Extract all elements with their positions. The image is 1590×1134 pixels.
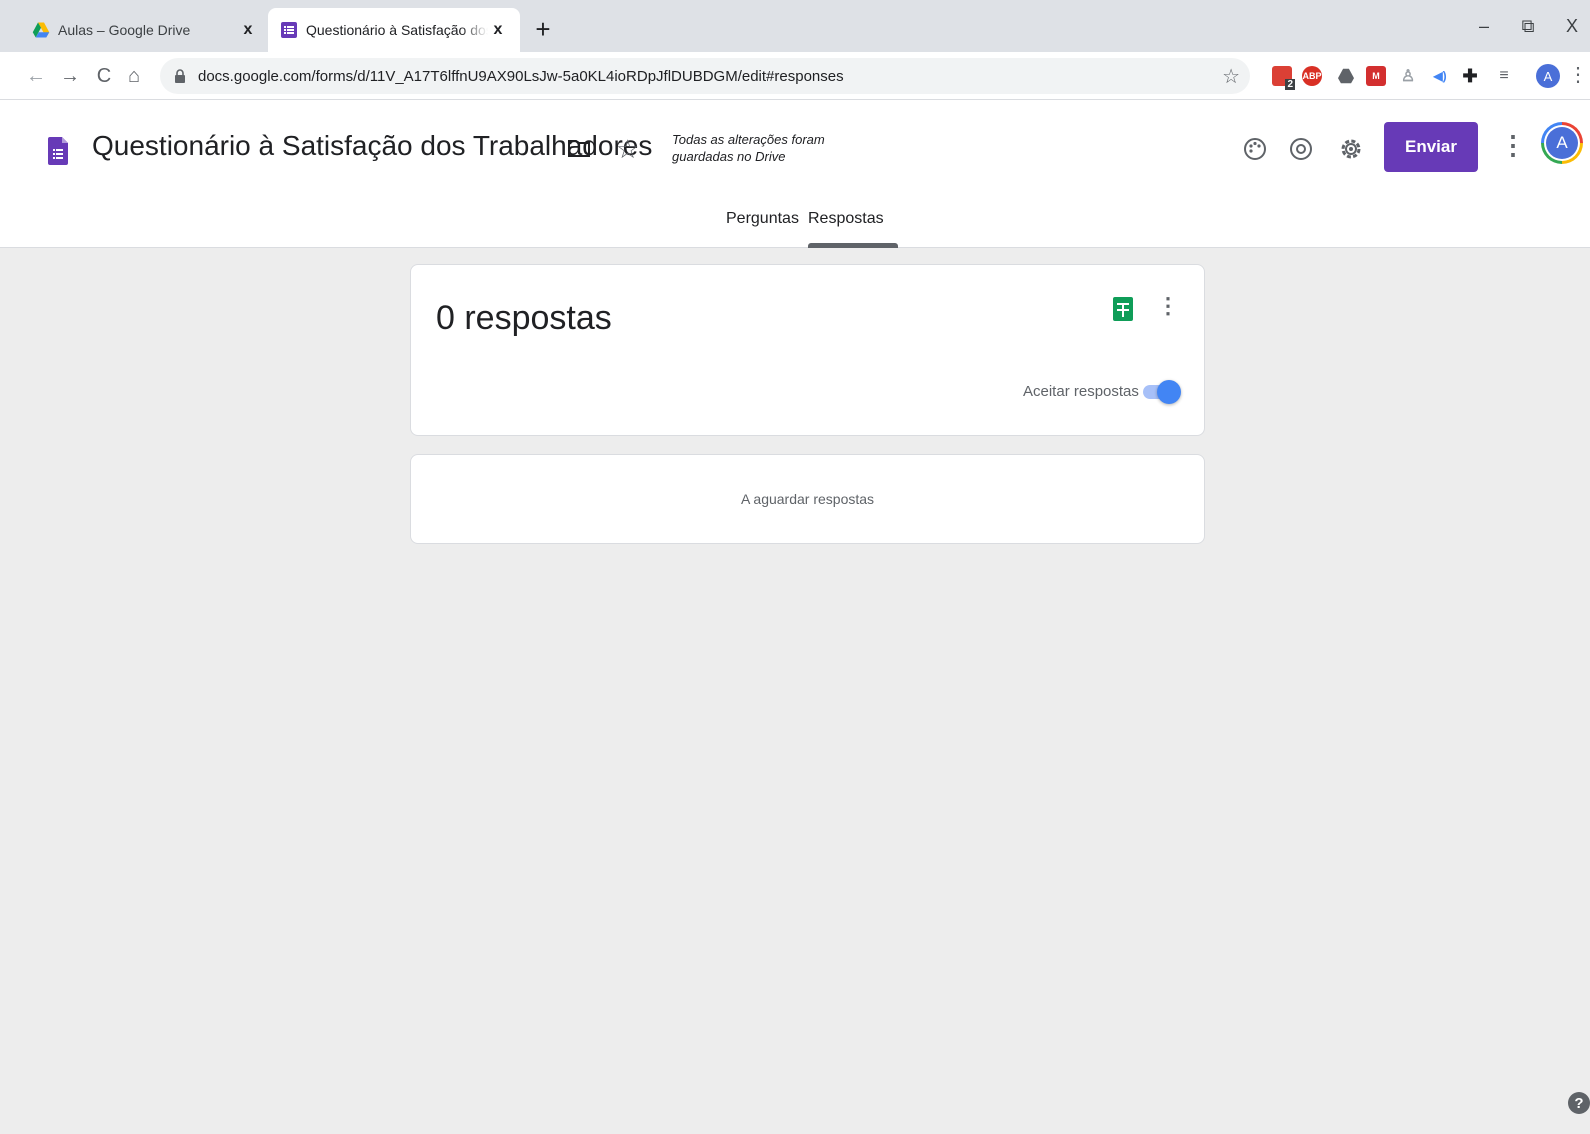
accept-responses-toggle[interactable] <box>1141 379 1181 405</box>
mendeley-icon[interactable]: M <box>1366 66 1386 86</box>
close-icon[interactable]: x <box>238 20 258 40</box>
toggle-thumb <box>1157 380 1181 404</box>
bookmark-star-icon[interactable]: ☆ <box>1222 64 1240 89</box>
todoist-icon[interactable]: 2 <box>1272 66 1295 90</box>
puzzle-icon[interactable]: ✚ <box>1460 66 1480 86</box>
browser-toolbar: ← → C ⌂ docs.google.com/forms/d/11V_A17T… <box>0 52 1590 100</box>
send-button[interactable]: Enviar <box>1384 122 1478 172</box>
restore-button[interactable]: ⧉ <box>1506 10 1550 42</box>
forward-arrow-icon[interactable]: → <box>54 60 86 92</box>
browser-tab-strip: Aulas – Google Drive x Questionário à Sa… <box>0 0 1590 52</box>
address-bar[interactable]: docs.google.com/forms/d/11V_A17T6lffnU9A… <box>160 58 1250 94</box>
lock-icon <box>175 69 185 83</box>
extension-badge: 2 <box>1285 79 1295 90</box>
close-icon[interactable]: x <box>488 20 508 40</box>
profile-avatar[interactable]: A <box>1536 64 1560 88</box>
google-forms-icon <box>281 22 297 38</box>
more-options-icon[interactable]: ⋮ <box>1500 130 1526 161</box>
adblock-plus-icon[interactable]: ABP <box>1302 66 1322 86</box>
back-arrow-icon[interactable]: ← <box>20 60 52 92</box>
google-forms-logo-icon[interactable] <box>48 137 68 165</box>
window-close-button[interactable]: X <box>1550 10 1590 42</box>
palette-icon[interactable] <box>1240 134 1270 164</box>
preview-eye-icon[interactable] <box>1286 134 1316 164</box>
account-avatar[interactable]: A <box>1541 122 1583 164</box>
responses-content: 0 respostas ⋮ Aceitar respostas A aguard… <box>0 248 1590 1134</box>
help-icon[interactable]: ? <box>1568 1092 1590 1114</box>
minimize-button[interactable]: – <box>1462 10 1506 42</box>
responses-summary-card: 0 respostas ⋮ Aceitar respostas <box>410 264 1205 436</box>
google-drive-ext-icon[interactable] <box>1336 66 1356 86</box>
response-count: 0 respostas <box>436 299 612 337</box>
tab-title: Questionário à Satisfação dos Trabalhado… <box>306 22 488 38</box>
accept-responses-label: Aceitar respostas <box>1023 383 1139 400</box>
new-tab-button[interactable]: + <box>528 14 558 44</box>
browser-tab-form[interactable]: Questionário à Satisfação dos Trabalhado… <box>268 8 520 52</box>
google-drive-icon <box>32 22 50 38</box>
browser-tab-drive[interactable]: Aulas – Google Drive x <box>20 8 270 52</box>
url-text: docs.google.com/forms/d/11V_A17T6lffnU9A… <box>198 67 844 85</box>
tab-title: Aulas – Google Drive <box>58 22 191 38</box>
awaiting-responses-card: A aguardar respostas <box>410 454 1205 544</box>
home-icon[interactable]: ⌂ <box>118 60 150 92</box>
awaiting-responses-text: A aguardar respostas <box>740 491 875 507</box>
save-status: Todas as alterações foram guardadas no D… <box>672 132 825 164</box>
extension-figure-icon[interactable]: ♙ <box>1398 66 1418 86</box>
settings-gear-icon[interactable] <box>1336 134 1366 164</box>
avatar-initial: A <box>1546 127 1578 159</box>
star-icon[interactable]: ☆ <box>616 134 639 165</box>
audio-icon[interactable]: ◀) <box>1430 66 1450 86</box>
browser-menu-icon[interactable]: ⋮ <box>1568 62 1588 87</box>
tab-perguntas[interactable]: Perguntas <box>726 210 799 248</box>
media-queue-icon[interactable]: ≡ <box>1494 66 1514 86</box>
reload-icon[interactable]: C <box>88 60 120 92</box>
forms-header: Questionário à Satisfação dos Trabalhado… <box>0 100 1590 248</box>
google-sheets-icon[interactable] <box>1113 297 1133 321</box>
card-more-options-icon[interactable]: ⋮ <box>1157 293 1179 319</box>
folder-icon[interactable] <box>568 138 590 158</box>
